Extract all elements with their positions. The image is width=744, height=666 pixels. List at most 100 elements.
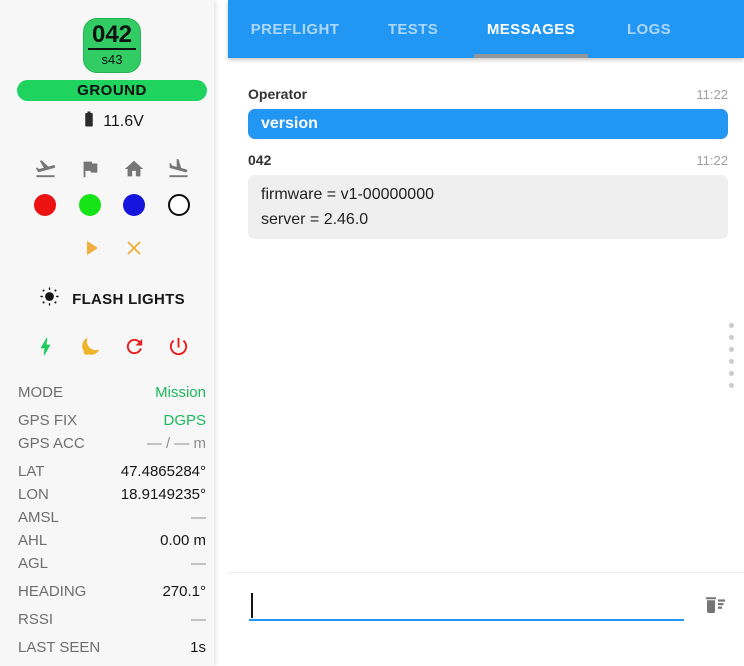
power-action-row — [34, 334, 190, 359]
led-off-button[interactable] — [167, 194, 190, 216]
reboot-button[interactable] — [123, 335, 146, 358]
telemetry-row-agl: AGL — — [18, 552, 206, 575]
shutdown-button[interactable] — [167, 335, 190, 358]
handle-dot — [729, 371, 734, 376]
handle-dot — [729, 335, 734, 340]
telemetry-value: — — [191, 611, 206, 628]
flash-lights-label: FLASH LIGHTS — [72, 290, 185, 308]
battery-indicator: 11.6V — [80, 110, 144, 133]
telemetry-row-ahl: AHL 0.00 m — [18, 529, 206, 552]
land-button[interactable] — [167, 157, 190, 180]
telemetry-value: Mission — [155, 384, 206, 401]
drone-messages-panel: PREFLIGHT TESTS MESSAGES LOGS Operator 1… — [228, 0, 744, 666]
power-icon — [169, 337, 188, 356]
message-list: Operator 11:22 version 042 11:22 firmwar… — [228, 58, 744, 239]
drone-id-badge[interactable]: 042 s43 — [83, 18, 141, 73]
telemetry-value: 1s — [190, 639, 206, 656]
telemetry-label: AMSL — [18, 509, 59, 526]
telemetry-label: GPS ACC — [18, 435, 85, 452]
message-sender: 042 — [248, 152, 272, 168]
telemetry-label: LON — [18, 486, 49, 503]
telemetry-label: RSSI — [18, 611, 54, 628]
handle-dot — [729, 359, 734, 364]
telemetry-label: HEADING — [18, 583, 87, 600]
telemetry-value: — — [191, 509, 206, 526]
message-text-line: firmware = v1-00000000 — [261, 186, 434, 203]
message-timestamp: 11:22 — [696, 153, 728, 168]
cancel-mission-button[interactable] — [123, 237, 145, 259]
text-caret — [251, 593, 253, 618]
telemetry-value: — — [191, 555, 206, 572]
tab-tests[interactable]: TESTS — [354, 0, 472, 58]
tab-label: PREFLIGHT — [250, 20, 340, 38]
drag-handle-dots[interactable] — [727, 321, 736, 390]
handle-dot — [729, 383, 734, 388]
drone-status-pill[interactable]: GROUND — [17, 80, 207, 101]
message-text-line: server = 2.46.0 — [261, 211, 369, 228]
return-home-button[interactable] — [123, 158, 145, 180]
telemetry-label: LAST SEEN — [18, 639, 101, 656]
sidebar-content: 042 s43 GROUND 11.6V FLASH LIGHTS MODE M… — [17, 18, 207, 659]
telemetry-table: MODE Mission GPS FIX DGPS GPS ACC — / — … — [18, 381, 206, 659]
x-icon — [127, 241, 141, 255]
flight-takeoff-icon — [35, 160, 56, 178]
sleep-button[interactable] — [78, 334, 103, 359]
tab-bar: PREFLIGHT TESTS MESSAGES LOGS — [228, 0, 744, 58]
lightning-bolt-icon — [40, 337, 51, 356]
flag-icon — [83, 161, 98, 177]
message-text: version — [261, 115, 318, 132]
takeoff-button[interactable] — [34, 157, 57, 180]
telemetry-label: MODE — [18, 384, 63, 401]
telemetry-value: DGPS — [163, 412, 206, 429]
led-green-button[interactable] — [78, 194, 101, 216]
telemetry-label: AGL — [18, 555, 49, 572]
play-icon — [87, 241, 98, 255]
telemetry-value: 270.1° — [162, 583, 206, 600]
wakeup-button[interactable] — [34, 335, 57, 358]
message-header: Operator 11:22 — [248, 86, 728, 102]
command-input[interactable] — [249, 591, 684, 621]
telemetry-row-heading: HEADING 270.1° — [18, 580, 206, 603]
mission-flag-button[interactable] — [79, 158, 101, 180]
command-input-wrap — [249, 591, 684, 621]
drone-status-label: GROUND — [77, 82, 147, 99]
telemetry-row-rssi: RSSI — — [18, 608, 206, 631]
command-composer — [228, 572, 744, 666]
tab-preflight[interactable]: PREFLIGHT — [236, 0, 354, 58]
refresh-icon — [127, 338, 143, 355]
message-timestamp: 11:22 — [696, 87, 728, 102]
drone-id: 042 — [87, 22, 137, 50]
telemetry-row-mode: MODE Mission — [18, 381, 206, 404]
led-color-row — [34, 194, 190, 216]
telemetry-value: 47.4865284° — [120, 463, 206, 480]
battery-icon — [80, 110, 98, 133]
flight-action-row — [34, 157, 190, 180]
tab-label: TESTS — [387, 20, 439, 38]
handle-dot — [729, 323, 734, 328]
start-mission-button[interactable] — [79, 236, 103, 260]
drone-sub-id: s43 — [101, 52, 123, 67]
telemetry-row-lat: LAT 47.4865284° — [18, 460, 206, 483]
drone-detail-sidebar: 042 s43 GROUND 11.6V FLASH LIGHTS MODE M… — [0, 0, 214, 666]
telemetry-label: GPS FIX — [18, 412, 78, 429]
led-red-button[interactable] — [34, 194, 56, 216]
telemetry-value: — / — m — [146, 435, 206, 452]
telemetry-row-amsl: AMSL — — [18, 506, 206, 529]
flash-lights-button[interactable]: FLASH LIGHTS — [39, 286, 185, 312]
telemetry-row-gpsfix: GPS FIX DGPS — [18, 409, 206, 432]
tab-label: MESSAGES — [486, 20, 576, 38]
clear-messages-button[interactable] — [700, 593, 728, 619]
led-blue-button[interactable] — [123, 194, 146, 216]
message-header: 042 11:22 — [248, 152, 728, 168]
tab-label: LOGS — [626, 20, 672, 38]
battery-voltage: 11.6V — [103, 112, 144, 130]
delete-sweep-icon — [706, 597, 725, 613]
telemetry-row-lon: LON 18.9149235° — [18, 483, 206, 506]
telemetry-label: LAT — [18, 463, 45, 480]
message-bubble-incoming: firmware = v1-00000000 server = 2.46.0 — [248, 175, 728, 239]
tab-messages[interactable]: MESSAGES — [472, 0, 590, 58]
home-icon — [124, 160, 144, 176]
tab-logs[interactable]: LOGS — [590, 0, 708, 58]
telemetry-value: 18.9149235° — [120, 486, 206, 503]
message-bubble-outgoing: version — [248, 109, 728, 139]
